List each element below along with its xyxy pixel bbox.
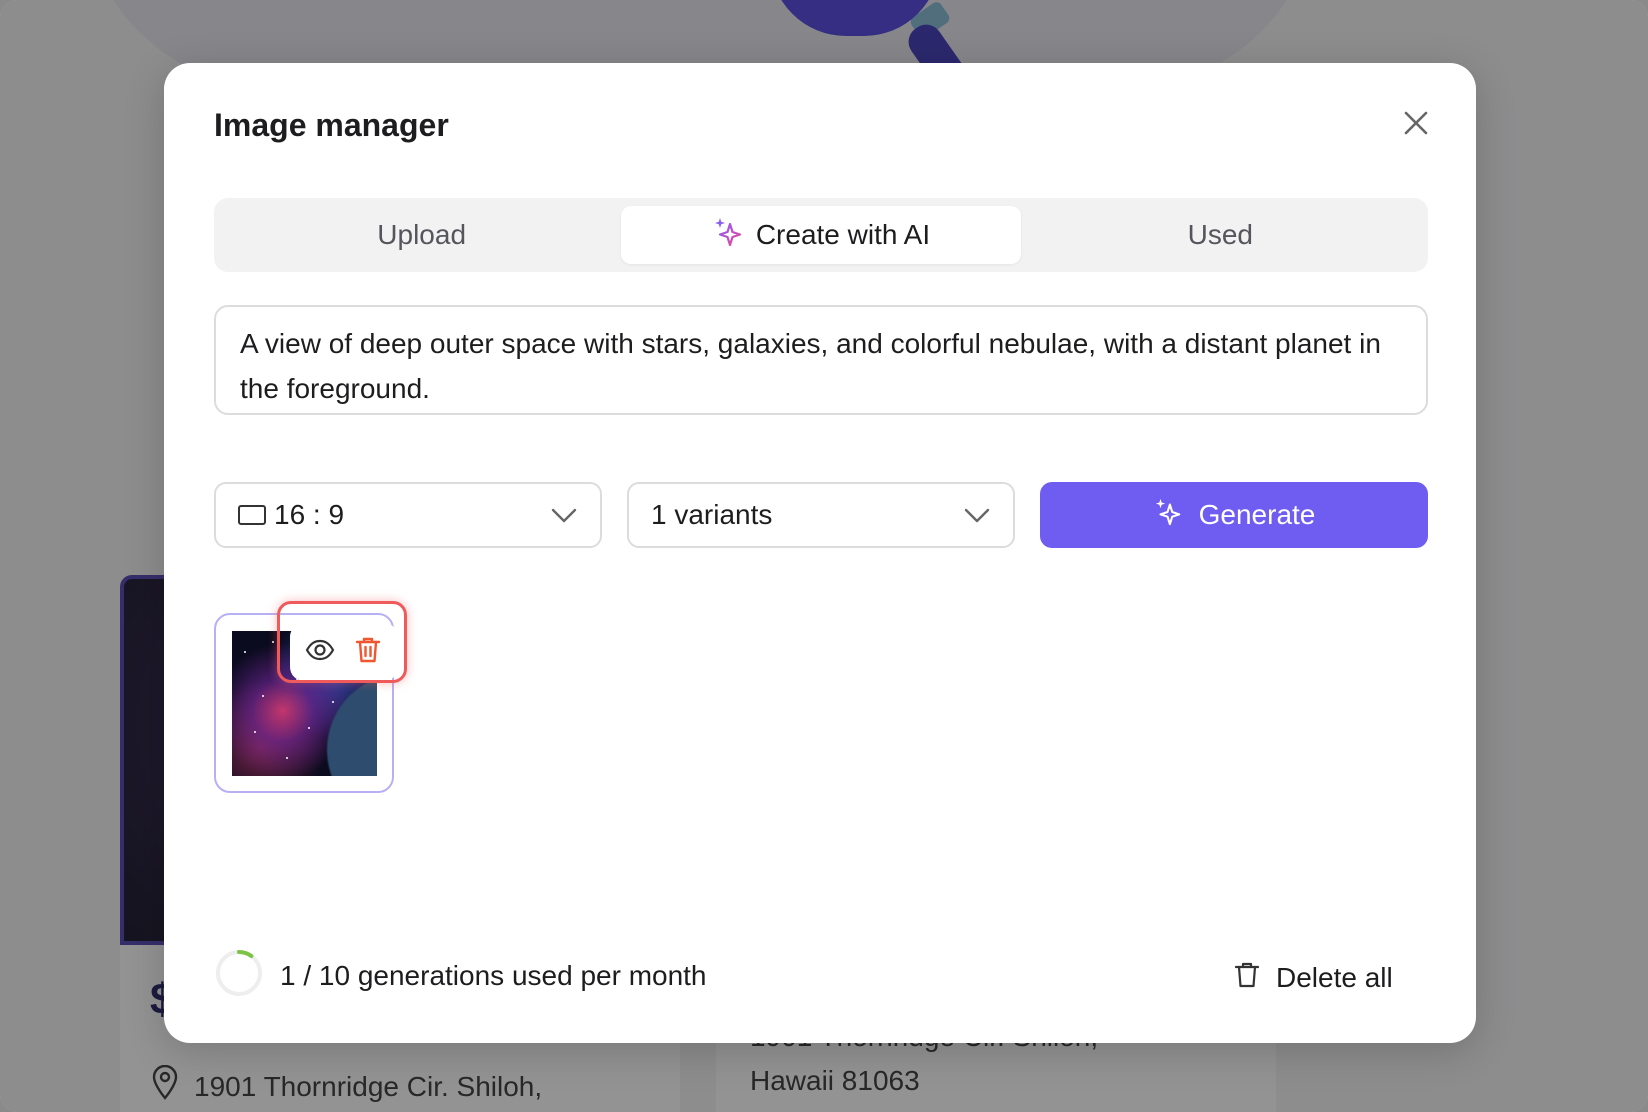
sparkle-icon — [712, 216, 744, 255]
prompt-text: A view of deep outer space with stars, g… — [240, 328, 1381, 404]
prompt-textarea[interactable]: A view of deep outer space with stars, g… — [214, 305, 1428, 415]
chevron-down-icon — [963, 499, 991, 531]
close-icon — [1402, 109, 1430, 142]
tab-label: Upload — [377, 219, 467, 250]
image-manager-modal: Image manager Upload Create with AI Used… — [164, 63, 1476, 1043]
chevron-down-icon — [550, 499, 578, 531]
variants-value: 1 variants — [651, 499, 963, 531]
trash-icon — [355, 636, 381, 669]
variants-select[interactable]: 1 variants — [627, 482, 1015, 548]
trash-icon — [1234, 961, 1260, 996]
tab-label: Create with AI — [755, 219, 931, 250]
usage-progress-ring — [214, 948, 264, 1005]
eye-icon — [305, 639, 335, 666]
tab-bar: Upload Create with AI Used — [214, 198, 1428, 272]
preview-button[interactable] — [298, 630, 342, 674]
tab-label: Used — [1187, 219, 1253, 250]
image-actions-toolbar — [290, 623, 398, 681]
delete-all-label: Delete all — [1276, 962, 1393, 993]
aspect-ratio-value: 16 : 9 — [238, 499, 550, 531]
aspect-ratio-label: 16 : 9 — [274, 499, 345, 530]
usage-indicator: 1 / 10 generations used per month — [214, 949, 707, 1001]
aspect-ratio-select[interactable]: 16 : 9 — [214, 482, 602, 548]
tab-used[interactable]: Used — [1021, 206, 1420, 264]
generate-label: Generate — [1198, 499, 1316, 530]
aspect-ratio-icon — [238, 505, 266, 525]
tab-create-with-ai[interactable]: Create with AI — [621, 206, 1021, 264]
generate-button[interactable]: Generate — [1040, 482, 1428, 548]
variants-label: 1 variants — [651, 499, 773, 530]
sparkle-icon — [1153, 497, 1183, 534]
usage-text: 1 / 10 generations used per month — [280, 960, 707, 991]
delete-all-button[interactable]: Delete all — [1234, 953, 1393, 1003]
modal-title: Image manager — [214, 107, 449, 143]
close-button[interactable] — [1392, 101, 1440, 149]
delete-image-button[interactable] — [346, 630, 390, 674]
tab-upload[interactable]: Upload — [222, 206, 621, 264]
